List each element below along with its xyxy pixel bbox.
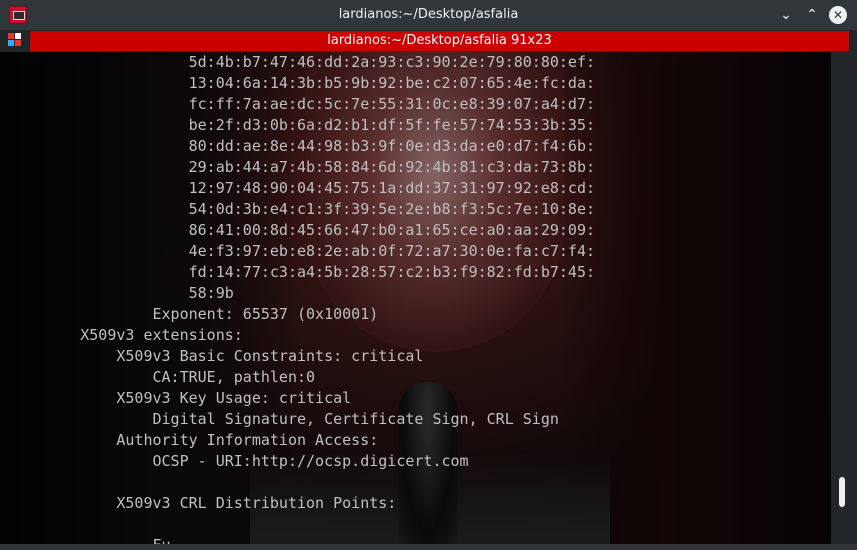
keep-above-chevron-icon[interactable]: ⌄ <box>778 7 794 23</box>
tab-bar: lardianos:~/Desktop/asfalia 91x23 <box>0 30 857 52</box>
terminal-line: 5d:4b:b7:47:46:dd:2a:93:c3:90:2e:79:80:8… <box>8 53 595 71</box>
terminal-line: 80:dd:ae:8e:44:98:b3:9f:0e:d3:da:e0:d7:f… <box>8 137 595 155</box>
terminal-line: CA:TRUE, pathlen:0 <box>8 368 316 386</box>
terminal-line: 13:04:6a:14:3b:b5:9b:92:be:c2:07:65:4e:f… <box>8 74 595 92</box>
terminal-line: X509v3 Key Usage: critical <box>8 389 352 407</box>
terminal-line: 58:9b <box>8 284 234 302</box>
terminal-line: X509v3 Basic Constraints: critical <box>8 347 424 365</box>
terminal-line: 12:97:48:90:04:45:75:1a:dd:37:31:97:92:e… <box>8 179 595 197</box>
terminal-line: Digital Signature, Certificate Sign, CRL… <box>8 410 559 428</box>
terminal-line: be:2f:d3:0b:6a:d2:b1:df:5f:fe:57:74:53:3… <box>8 116 595 134</box>
window-bottom-border <box>0 544 857 550</box>
terminal-line: X509v3 extensions: <box>8 326 243 344</box>
terminal-line: 4e:f3:97:eb:e8:2e:ab:0f:72:a7:30:0e:fa:c… <box>8 242 595 260</box>
terminal-line: Authority Information Access: <box>8 431 379 449</box>
konsole-window: lardianos:~/Desktop/asfalia ⌄ ⌃ ✕ lardia… <box>0 0 857 550</box>
scrollbar-handle[interactable] <box>839 477 845 507</box>
close-button[interactable]: ✕ <box>829 6 847 24</box>
terminal-line: 29:ab:44:a7:4b:58:84:6d:92:4b:81:c3:da:7… <box>8 158 595 176</box>
tab-session-icon[interactable] <box>7 32 23 48</box>
terminal-line: OCSP - URI:http://ocsp.digicert.com <box>8 452 469 470</box>
terminal-line: X509v3 CRL Distribution Points: <box>8 494 397 512</box>
terminal-line: fc:ff:7a:ae:dc:5c:7e:55:31:0c:e8:39:07:a… <box>8 95 595 113</box>
window-title: lardianos:~/Desktop/asfalia <box>338 7 519 22</box>
window-titlebar[interactable]: lardianos:~/Desktop/asfalia ⌄ ⌃ ✕ <box>0 0 857 30</box>
terminal-view[interactable]: 5d:4b:b7:47:46:dd:2a:93:c3:90:2e:79:80:8… <box>0 52 857 550</box>
terminal-output: 5d:4b:b7:47:46:dd:2a:93:c3:90:2e:79:80:8… <box>8 52 830 550</box>
terminal-scrollbar[interactable] <box>831 52 857 544</box>
tab-terminal-session[interactable]: lardianos:~/Desktop/asfalia 91x23 <box>30 31 849 51</box>
terminal-line: 86:41:00:8d:45:66:47:b0:a1:65:ce:a0:aa:2… <box>8 221 595 239</box>
terminal-line: fd:14:77:c3:a4:5b:28:57:c2:b3:f9:82:fd:b… <box>8 263 595 281</box>
minimize-button[interactable]: ⌃ <box>804 7 820 23</box>
terminal-line: 54:0d:3b:e4:c1:3f:39:5e:2e:b8:f3:5c:7e:1… <box>8 200 595 218</box>
terminal-line: Exponent: 65537 (0x10001) <box>8 305 379 323</box>
